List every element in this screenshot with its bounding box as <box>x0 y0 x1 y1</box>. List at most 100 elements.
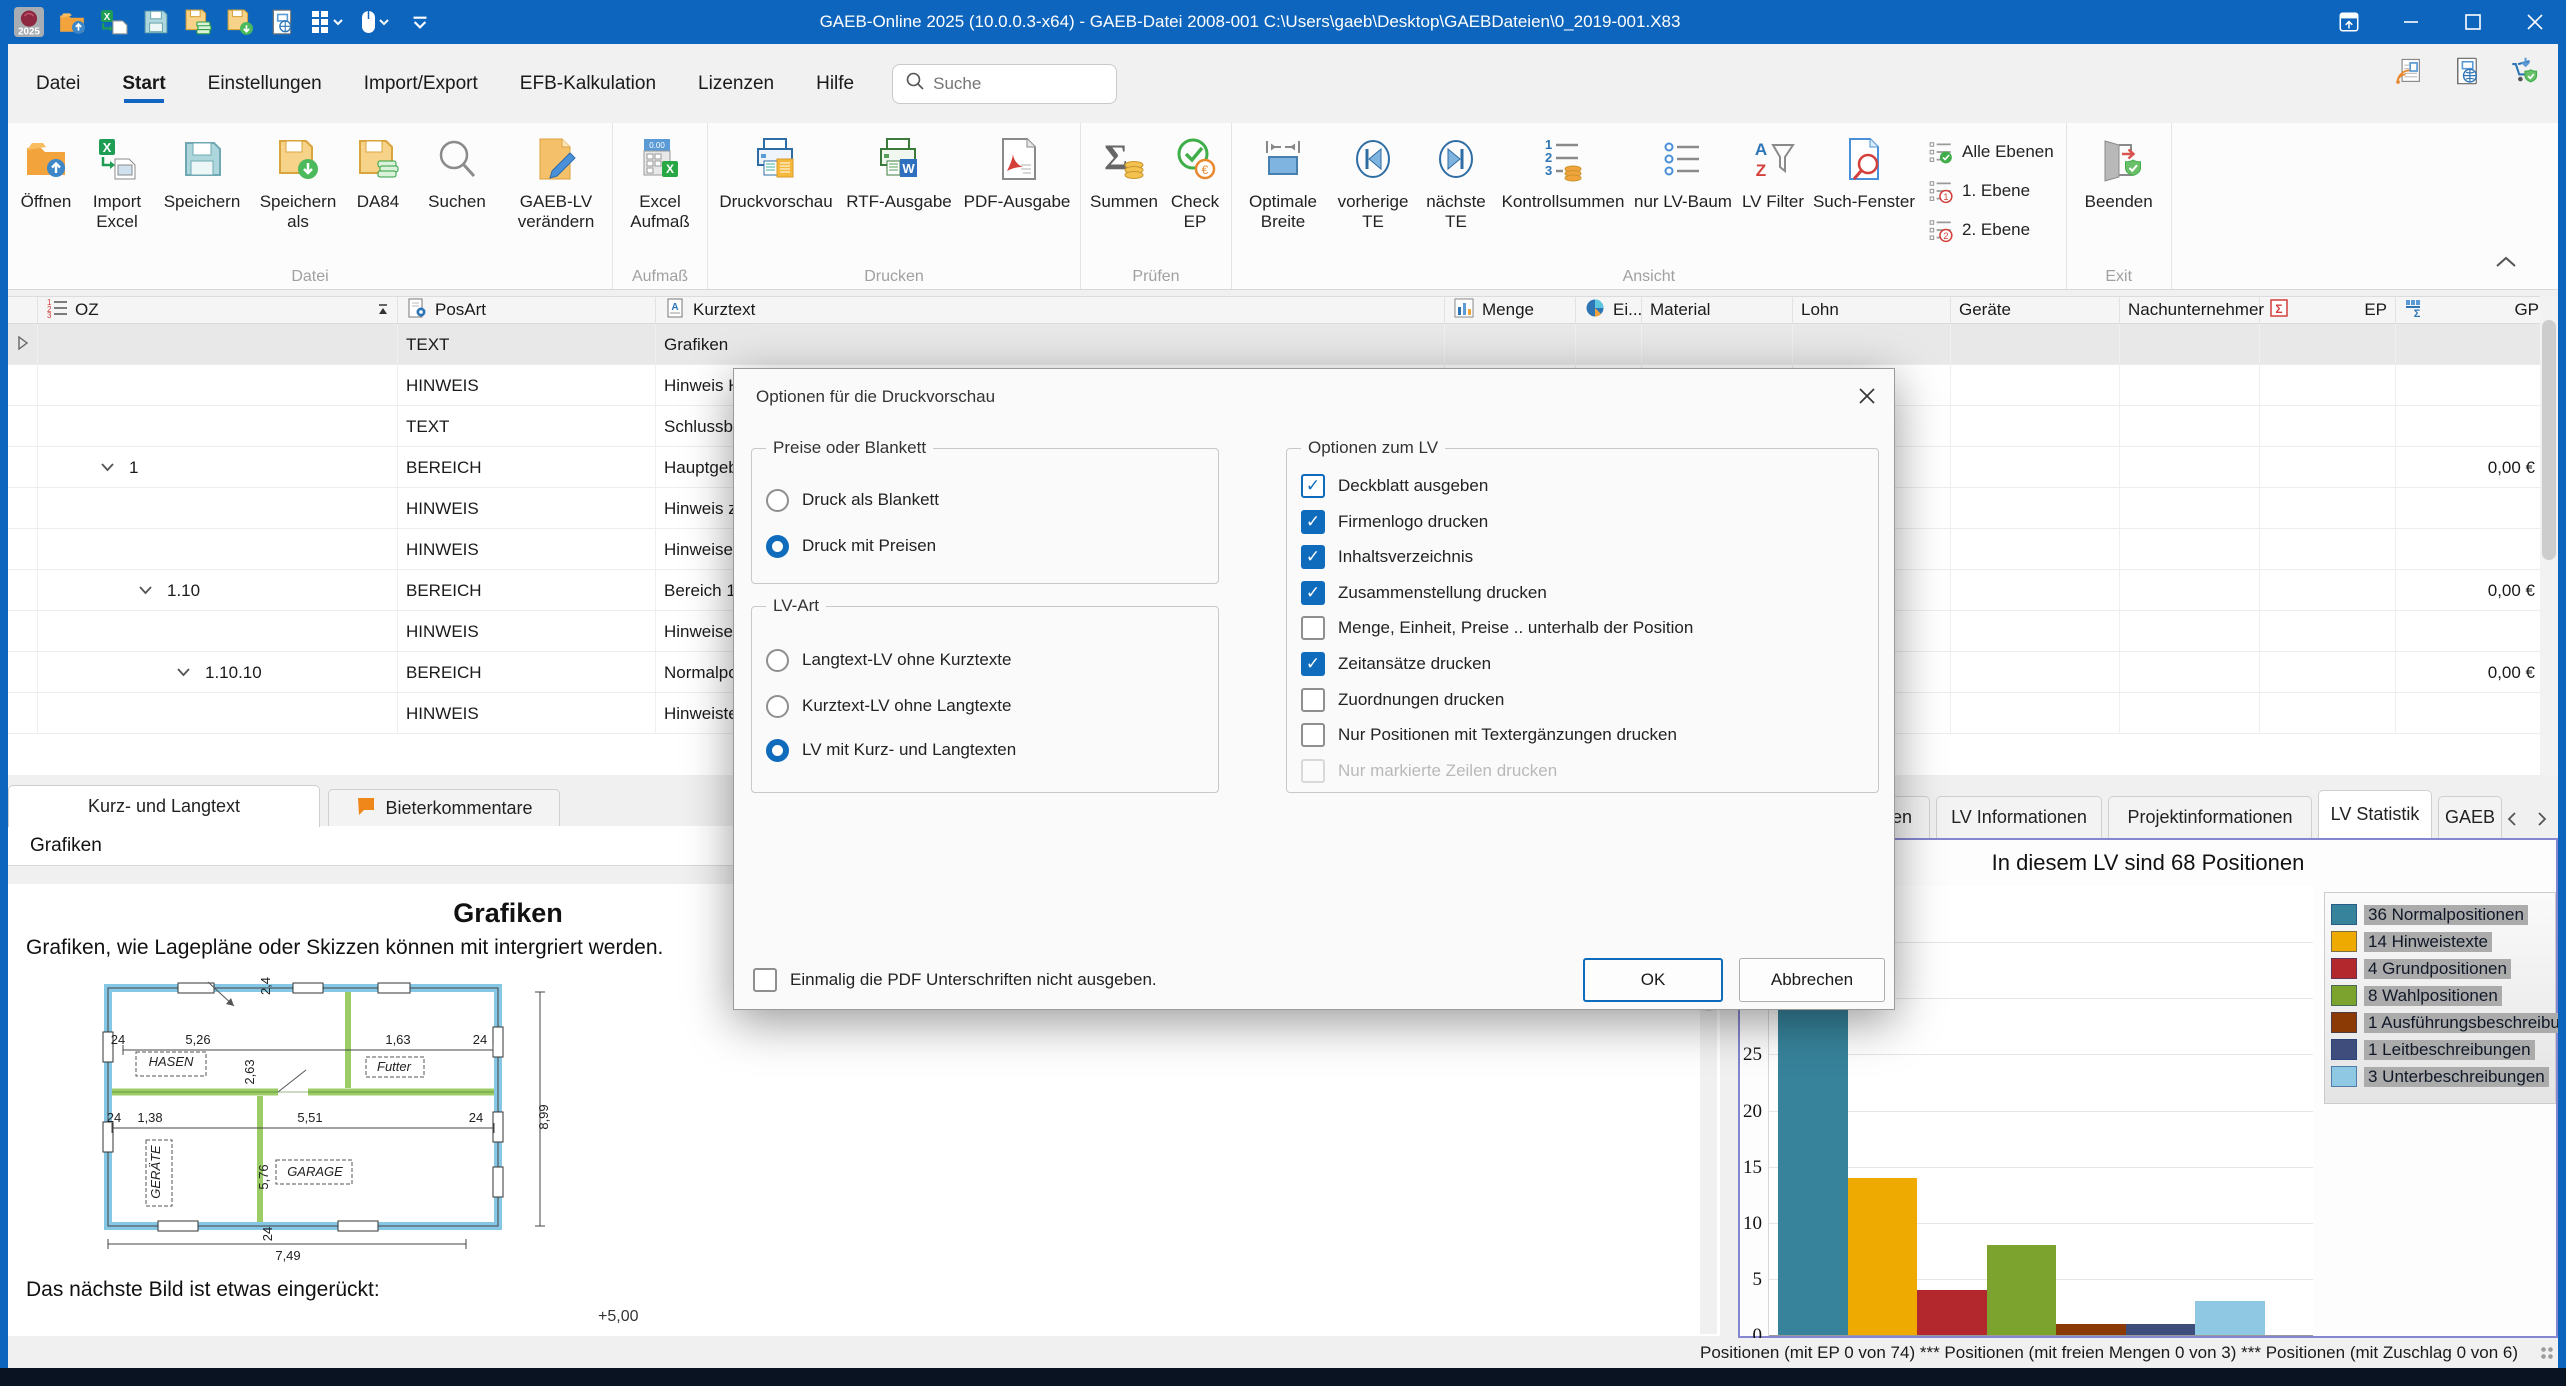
menu-item-import-export[interactable]: Import/Export <box>350 63 492 105</box>
column-header-ep[interactable]: ΣEP <box>2260 297 2396 323</box>
pdf-output-button[interactable]: PDF-Ausgabe <box>958 129 1076 212</box>
gp-value: 0,00 € <box>2488 458 2547 478</box>
rtf-output-button[interactable]: WRTF-Ausgabe <box>840 129 958 212</box>
save-icon[interactable] <box>142 8 170 36</box>
handbook-icon[interactable] <box>2452 56 2482 91</box>
menu-item-datei[interactable]: Datei <box>22 63 94 105</box>
column-header-oz[interactable]: 123OZ <box>38 297 398 323</box>
save-button[interactable]: Speichern <box>154 129 250 212</box>
column-header-menge[interactable]: Menge <box>1445 297 1576 323</box>
search-icon <box>905 71 925 96</box>
maximize-button[interactable] <box>2442 0 2504 44</box>
tab-scroll-left-icon[interactable] <box>2500 806 2524 832</box>
checkbox-deckblatt-ausgeben[interactable]: ✓Deckblatt ausgeben <box>1301 473 1488 498</box>
checkbox-label: Nur markierte Zeilen drucken <box>1338 761 1557 781</box>
radio-kurztext-lv[interactable]: Kurztext-LV ohne Langtexte <box>766 693 1012 719</box>
grid-menu-icon[interactable] <box>310 8 344 36</box>
open-file-icon[interactable] <box>58 8 86 36</box>
mouse-settings-icon[interactable] <box>358 8 392 36</box>
radio-druck-mit-preisen[interactable]: Druck mit Preisen <box>766 533 936 559</box>
tree-collapse-icon[interactable] <box>138 581 153 601</box>
scrollbar-thumb[interactable] <box>2542 320 2556 560</box>
tab-lv-statistik[interactable]: LV Statistik <box>2318 790 2432 838</box>
print-book-icon[interactable] <box>268 8 296 36</box>
resize-grip[interactable] <box>2540 1346 2554 1360</box>
checkbox-nur-positionen-mit-textergänzungen[interactable]: Nur Positionen mit Textergänzungen druck… <box>1301 722 1677 747</box>
previous-te-button[interactable]: vorherige TE <box>1330 129 1416 232</box>
tab-lv-informationen[interactable]: LV Informationen <box>1936 796 2102 838</box>
customize-toolbar-icon[interactable] <box>406 8 434 36</box>
tab-scroll-right-icon[interactable] <box>2530 806 2554 832</box>
checkbox-menge-einheit-preise-unterhalb-der[interactable]: Menge, Einheit, Preise .. unterhalb der … <box>1301 615 1693 640</box>
column-header-material[interactable]: Material <box>1642 297 1793 323</box>
minimize-button[interactable] <box>2380 0 2442 44</box>
tree-collapse-icon[interactable] <box>100 458 115 478</box>
search-window-button[interactable]: Such-Fenster <box>1810 129 1918 212</box>
tray-window-button[interactable] <box>2318 0 2380 44</box>
menu-item-efb-kalkulation[interactable]: EFB-Kalkulation <box>506 63 670 105</box>
column-header-kurztext[interactable]: AKurztext <box>656 297 1445 323</box>
tab-projektinformationen[interactable]: Projektinformationen <box>2108 796 2312 838</box>
radio-druck-als-blankett[interactable]: Druck als Blankett <box>766 487 939 513</box>
table-row[interactable]: TEXTGrafiken <box>8 324 2540 365</box>
column-header-gp[interactable]: ΣGP <box>2396 297 2548 323</box>
radio-langtext-lv[interactable]: Langtext-LV ohne Kurztexte <box>766 647 1012 673</box>
column-header-lohn[interactable]: Lohn <box>1793 297 1951 323</box>
tree-collapse-icon[interactable] <box>176 663 191 683</box>
level-1-button[interactable]: 11. Ebene <box>1928 178 2054 204</box>
check-ep-button[interactable]: €Check EP <box>1163 129 1227 232</box>
tab-kurz-und-langtext[interactable]: Kurz- und Langtext <box>8 785 320 827</box>
excel-aufmass-button[interactable]: 0.00XExcel Aufmaß <box>617 129 703 232</box>
shop-cart-icon[interactable] <box>2510 56 2540 91</box>
search-input[interactable] <box>933 74 1083 94</box>
cancel-button[interactable]: Abbrechen <box>1739 958 1885 1002</box>
next-te-button[interactable]: nächste TE <box>1416 129 1496 232</box>
legend-swatch <box>2331 1039 2357 1060</box>
lv-tree-button[interactable]: nur LV-Baum <box>1630 129 1736 212</box>
checkbox-zusammenstellung-drucken[interactable]: ✓Zusammenstellung drucken <box>1301 580 1547 605</box>
save-as-icon[interactable] <box>226 8 254 36</box>
content-subtitle: Grafiken, wie Lagepläne oder Skizzen kön… <box>26 936 663 960</box>
gaeb-lv-edit-button[interactable]: GAEB-LV verändern <box>504 129 608 232</box>
ok-button[interactable]: OK <box>1583 958 1723 1002</box>
tab-bieterkommentare[interactable]: Bieterkommentare <box>328 789 560 827</box>
column-header-posart[interactable]: PosArt <box>398 297 656 323</box>
table-scrollbar[interactable] <box>2540 296 2558 775</box>
column-header-ei-[interactable]: Ei... <box>1576 297 1642 323</box>
import-excel-icon[interactable]: X <box>100 8 128 36</box>
da84-money-icon[interactable] <box>184 8 212 36</box>
search-button[interactable]: Suchen <box>419 129 495 212</box>
checkbox-pdf-unterschriften[interactable]: Einmalig die PDF Unterschriften nicht au… <box>753 967 1157 992</box>
news-icon[interactable] <box>2394 56 2424 91</box>
checkbox-inhaltsverzeichnis[interactable]: ✓Inhaltsverzeichnis <box>1301 544 1473 569</box>
column-header-selector[interactable] <box>8 297 38 323</box>
column-header-ger-te[interactable]: Geräte <box>1951 297 2120 323</box>
window-border-left <box>0 44 8 1368</box>
tab-gaeb[interactable]: GAEB <box>2438 796 2502 838</box>
print-preview-button[interactable]: Druckvorschau <box>712 129 840 212</box>
dialog-close-icon[interactable] <box>1852 381 1882 411</box>
radio-lv-kurz-und-langtexte[interactable]: LV mit Kurz- und Langtexten <box>766 737 1016 763</box>
open-button[interactable]: Öffnen <box>12 129 80 212</box>
import-excel-button[interactable]: XImport Excel <box>80 129 154 232</box>
exit-button[interactable]: Beenden <box>2071 129 2167 212</box>
da84-button[interactable]: DA84 <box>346 129 410 212</box>
menu-item-einstellungen[interactable]: Einstellungen <box>194 63 336 105</box>
menu-item-hilfe[interactable]: Hilfe <box>802 63 868 105</box>
column-header-nachunternehmer[interactable]: Nachunternehmer <box>2120 297 2260 323</box>
control-sums-button[interactable]: 123Kontrollsummen <box>1496 129 1630 212</box>
menu-item-start[interactable]: Start <box>108 63 179 105</box>
menu-item-lizenzen[interactable]: Lizenzen <box>684 63 788 105</box>
checkbox-zuordnungen-drucken[interactable]: Zuordnungen drucken <box>1301 687 1504 712</box>
sums-button[interactable]: ΣSummen <box>1085 129 1163 212</box>
checkbox-firmenlogo-drucken[interactable]: ✓Firmenlogo drucken <box>1301 509 1488 534</box>
ribbon-collapse-icon[interactable] <box>2494 254 2518 275</box>
close-button[interactable] <box>2504 0 2566 44</box>
optimal-width-button[interactable]: Optimale Breite <box>1236 129 1330 232</box>
all-levels-button[interactable]: Alle Ebenen <box>1928 139 2054 165</box>
search-box[interactable] <box>892 64 1117 104</box>
checkbox-zeitansätze-drucken[interactable]: ✓Zeitansätze drucken <box>1301 651 1491 676</box>
level-2-button[interactable]: 22. Ebene <box>1928 217 2054 243</box>
save-as-button[interactable]: Speichern als <box>250 129 346 232</box>
lv-filter-button[interactable]: AZLV Filter <box>1736 129 1810 212</box>
